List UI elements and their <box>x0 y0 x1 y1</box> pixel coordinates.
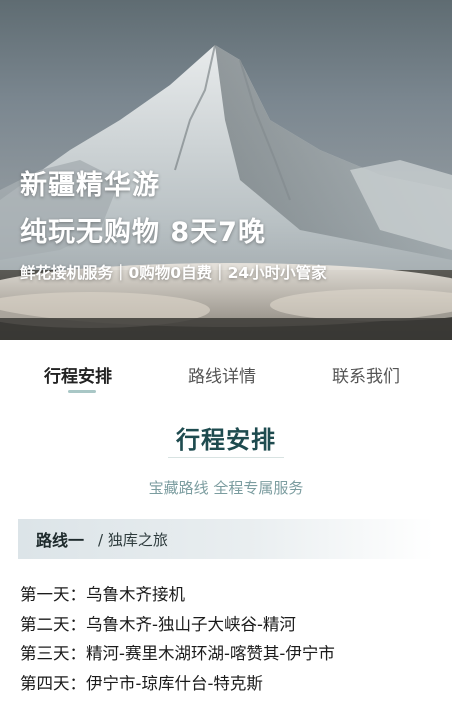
hero-title-line2: 纯玩无购物 8天7晚 <box>20 217 266 248</box>
tab-itinerary[interactable]: 行程安排 <box>44 362 112 387</box>
section-title: 行程安排 <box>176 426 276 454</box>
section-subtitle: 宝藏路线 全程专属服务 <box>148 479 304 497</box>
itinerary-day: 第二天：乌鲁木齐-独山子大峡谷-精河 <box>20 614 296 634</box>
hero-title-line1: 新疆精华游 <box>20 170 160 201</box>
hero-subtitle: 鲜花接机服务｜0购物0自费｜24小时小管家 <box>20 264 327 282</box>
tab-bar: 行程安排 路线详情 联系我们 <box>0 340 452 400</box>
active-tab-indicator <box>68 390 96 393</box>
route-header: 路线一 / 独库之旅 <box>18 519 434 559</box>
itinerary-day: 第四天：伊宁市-琼库什台-特克斯 <box>20 673 263 693</box>
itinerary-list: 第一天：乌鲁木齐接机 第二天：乌鲁木齐-独山子大峡谷-精河 第三天：精河-赛里木… <box>20 583 335 701</box>
section-divider <box>168 457 284 458</box>
itinerary-day: 第一天：乌鲁木齐接机 <box>20 585 185 604</box>
hero-banner: 新疆精华游 纯玩无购物 8天7晚 鲜花接机服务｜0购物0自费｜24小时小管家 <box>0 0 452 340</box>
tab-contact-us[interactable]: 联系我们 <box>332 362 400 387</box>
route-description: / 独库之旅 <box>98 530 168 549</box>
itinerary-day: 第三天：精河-赛里木湖环湖-喀赞其-伊宁市 <box>20 644 335 663</box>
route-name: 路线一 <box>36 531 85 550</box>
tab-route-details[interactable]: 路线详情 <box>188 362 256 387</box>
